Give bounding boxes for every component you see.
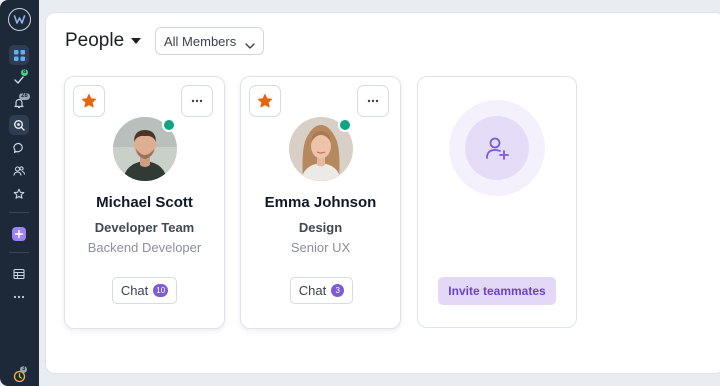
filter-value: All Members <box>164 33 237 49</box>
person-name: Michael Scott <box>96 194 193 211</box>
invite-teammates-button[interactable]: Invite teammates <box>438 277 556 305</box>
online-status-indicator <box>162 118 176 132</box>
people-icon[interactable] <box>9 161 29 181</box>
star-icon <box>81 94 97 108</box>
page-title: People <box>65 30 125 51</box>
table-icon[interactable] <box>9 264 29 284</box>
chat-label: Chat <box>120 283 149 298</box>
plus-icon[interactable] <box>9 224 29 244</box>
person-team: Design <box>298 220 343 235</box>
online-status-indicator <box>338 118 352 132</box>
chat-icon[interactable] <box>9 138 29 158</box>
person-card[interactable]: Emma Johnson Design Senior UX Chat 3 <box>240 76 401 329</box>
chat-count-badge: 10 <box>153 284 169 297</box>
star-icon[interactable] <box>9 184 29 204</box>
star-icon <box>257 94 273 108</box>
members-filter-select[interactable]: All Members <box>155 27 264 55</box>
person-name: Emma Johnson <box>264 194 377 211</box>
sidebar-divider <box>9 212 29 213</box>
invite-illustration <box>449 100 545 196</box>
search-icon[interactable] <box>9 115 29 135</box>
chat-count-badge: 3 <box>331 284 345 297</box>
notifications-badge: 28 <box>19 93 30 100</box>
page-title-dropdown[interactable]: People <box>65 30 142 52</box>
favorite-button[interactable] <box>73 85 105 117</box>
ellipsis-icon <box>191 99 203 103</box>
sidebar-divider <box>9 252 29 253</box>
chat-label: Chat <box>298 283 327 298</box>
more-icon[interactable] <box>9 287 29 307</box>
main-panel: People All Members Michael Scott Develop… <box>45 12 720 374</box>
person-team: Developer Team <box>94 220 195 235</box>
chat-button[interactable]: Chat 3 <box>290 277 353 304</box>
person-role: Senior UX <box>290 240 351 255</box>
favorite-button[interactable] <box>249 85 281 117</box>
ellipsis-icon <box>367 99 379 103</box>
chevron-down-icon <box>245 37 255 52</box>
add-user-icon <box>486 137 509 160</box>
caret-down-icon <box>131 38 142 44</box>
person-card[interactable]: Michael Scott Developer Team Backend Dev… <box>64 76 225 329</box>
more-options-button[interactable] <box>181 85 213 117</box>
grid-icon[interactable] <box>9 45 29 65</box>
sidebar: 8 28 3 <box>0 0 39 386</box>
chat-button[interactable]: Chat 10 <box>112 277 177 304</box>
logo-icon[interactable] <box>8 8 31 31</box>
more-options-button[interactable] <box>357 85 389 117</box>
person-role: Backend Developer <box>87 240 202 255</box>
invite-card: Invite teammates <box>417 76 577 328</box>
